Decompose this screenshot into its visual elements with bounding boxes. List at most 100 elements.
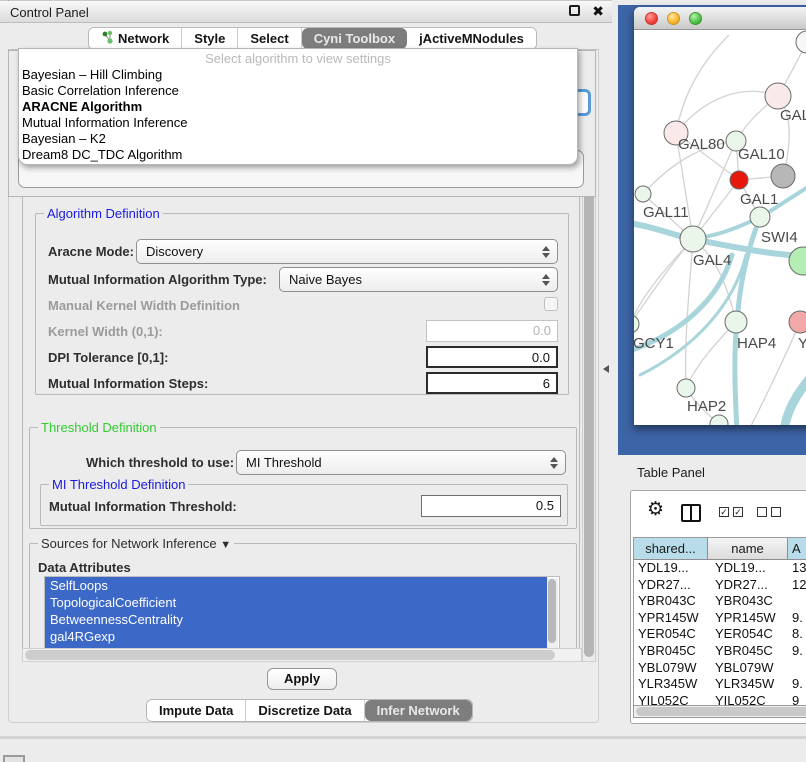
algorithm-option-dream8-dc-tdc-algorithm[interactable]: Dream8 DC_TDC Algorithm (19, 147, 577, 163)
bottom-tab-infer-network[interactable]: Infer Network (365, 700, 472, 721)
table-panel-title: Table Panel (637, 465, 705, 480)
network-node[interactable] (750, 207, 770, 227)
table-row[interactable]: YBR045CYBR045C9. (634, 643, 806, 660)
mi-threshold-input[interactable]: 0.5 (421, 495, 561, 517)
gear-icon[interactable]: ⚙ (647, 498, 664, 521)
algorithm-option-bayesian-hill-climbing[interactable]: Bayesian – Hill Climbing (19, 67, 577, 83)
tab-cyni-toolbox[interactable]: Cyni Toolbox (302, 28, 407, 49)
float-window-icon[interactable] (569, 5, 580, 16)
network-view-window: GALGAL80GAL10GAL1GAL11SWI4GAL4GCY1HAP4YH… (634, 7, 806, 425)
tab-style[interactable]: Style (182, 28, 238, 49)
node-label-gal1: GAL1 (740, 191, 778, 208)
mi-steps-label: Mutual Information Steps: (48, 376, 208, 391)
aracne-mode-select[interactable]: Discovery (136, 239, 558, 264)
minimize-window-icon[interactable] (667, 12, 680, 25)
threshold-definition-title: Threshold Definition (38, 420, 160, 435)
dpi-tolerance-input[interactable]: 0.0 (426, 346, 558, 368)
network-node[interactable] (680, 226, 706, 252)
tab-select[interactable]: Select (238, 28, 301, 49)
control-panel-titlebar: Control Panel ✖ (0, 0, 612, 23)
table-row[interactable]: YDR27...YDR27...12 (634, 577, 806, 594)
dpi-tolerance-label: DPI Tolerance [0,1]: (48, 350, 168, 365)
sources-group: Sources for Network Inference ▼ Data Att… (29, 543, 577, 655)
apply-button[interactable]: Apply (267, 668, 337, 690)
network-node[interactable] (635, 186, 651, 202)
column-header-name[interactable]: name (708, 538, 788, 559)
zoom-window-icon[interactable] (689, 12, 702, 25)
manual-kernel-checkbox[interactable] (544, 297, 558, 311)
sources-group-title: Sources for Network Inference ▼ (38, 536, 234, 551)
network-node[interactable] (730, 171, 748, 189)
algorithm-option-aracne-algorithm[interactable]: ARACNE Algorithm (19, 99, 577, 115)
table-row[interactable]: YER054CYER054C8. (634, 626, 806, 643)
column-header-a[interactable]: A (788, 538, 806, 559)
table-row[interactable]: YBL079WYBL079W (634, 660, 806, 677)
columns-icon[interactable] (681, 504, 701, 522)
which-threshold-select[interactable]: MI Threshold (236, 450, 566, 475)
table-row[interactable]: YBR043CYBR043C (634, 593, 806, 610)
node-label-swi4: SWI4 (761, 229, 798, 246)
dropdown-items: Bayesian – Hill ClimbingBasic Correlatio… (19, 67, 577, 163)
network-window-titlebar[interactable] (634, 7, 806, 30)
bottom-tab-bar: Impute DataDiscretize DataInfer Network (146, 699, 473, 722)
node-label-gal4: GAL4 (693, 252, 731, 269)
data-attributes-label: Data Attributes (38, 560, 131, 575)
network-node[interactable] (771, 164, 795, 188)
settings-horizontal-scrollbar[interactable] (22, 648, 582, 662)
table-row[interactable]: YDL19...YDL19...13 (634, 560, 806, 577)
clear-checks-icon[interactable] (757, 507, 781, 517)
close-window-icon[interactable] (645, 12, 658, 25)
network-node[interactable] (796, 31, 806, 53)
screen: Control Panel ✖ NetworkStyleSelectCyni T… (0, 0, 806, 762)
network-canvas[interactable]: GALGAL80GAL10GAL1GAL11SWI4GAL4GCY1HAP4YH… (634, 30, 806, 425)
network-node[interactable] (677, 379, 695, 397)
select-all-checks-icon[interactable]: ✓✓ (719, 507, 743, 517)
node-label-gcy1: GCY1 (634, 335, 674, 352)
node-label-gal10: GAL10 (738, 146, 785, 163)
algorithm-option-basic-correlation-inference[interactable]: Basic Correlation Inference (19, 83, 577, 99)
mi-threshold-definition-group: MI Threshold Definition Mutual Informati… (40, 484, 568, 526)
attribute-item-selfloops[interactable]: SelfLoops (45, 577, 547, 594)
kernel-width-input[interactable]: 0.0 (426, 320, 558, 342)
settings-vertical-scrollbar[interactable] (582, 189, 596, 662)
minimized-panel-icon[interactable] (3, 755, 25, 762)
table-row[interactable]: YLR345WYLR345W9. (634, 676, 806, 693)
table-panel-box: ⚙ ✓✓ shared...nameA YDL19...YDL19...13YD… (630, 490, 806, 724)
network-node[interactable] (789, 311, 806, 333)
which-threshold-label: Which threshold to use: (86, 455, 234, 470)
combo-arrows-icon (539, 268, 553, 291)
attribute-item-betweennesscentrality[interactable]: BetweennessCentrality (45, 611, 547, 628)
table-header-row: shared...nameA (634, 538, 806, 560)
table-row[interactable]: YPR145WYPR145W9. (634, 610, 806, 627)
network-node[interactable] (789, 247, 806, 275)
table-horizontal-scrollbar[interactable] (633, 705, 806, 718)
column-header-shared[interactable]: shared... (634, 538, 708, 559)
network-node[interactable] (765, 83, 791, 109)
kernel-width-label: Kernel Width (0,1): (48, 324, 163, 339)
combo-arrows-icon (539, 240, 553, 263)
node-label-gal: GAL (780, 107, 806, 124)
node-label-y: Y (798, 335, 806, 352)
attribute-item-gal4rgexp[interactable]: gal4RGexp (45, 628, 547, 645)
algorithm-option-bayesian-k2[interactable]: Bayesian – K2 (19, 131, 577, 147)
network-node[interactable] (634, 315, 639, 333)
bottom-tab-discretize-data[interactable]: Discretize Data (246, 700, 364, 721)
attribute-item-topologicalcoefficient[interactable]: TopologicalCoefficient (45, 594, 547, 611)
node-label-hap4: HAP4 (737, 335, 776, 352)
bottom-tab-impute-data[interactable]: Impute Data (147, 700, 246, 721)
tab-network[interactable]: Network (89, 28, 182, 49)
threshold-definition-group: Threshold Definition Which threshold to … (29, 427, 577, 529)
algorithm-option-mutual-information-inference[interactable]: Mutual Information Inference (19, 115, 577, 131)
network-node[interactable] (710, 415, 728, 425)
pane-resize-cursor (603, 365, 609, 373)
node-table: shared...nameA YDL19...YDL19...13YDR27..… (633, 537, 806, 705)
mi-threshold-label: Mutual Information Threshold: (49, 499, 237, 514)
table-row[interactable]: YIL052CYIL052C9 (634, 693, 806, 705)
mi-algorithm-type-select[interactable]: Naive Bayes (279, 267, 558, 292)
control-panel-window: Control Panel ✖ NetworkStyleSelectCyni T… (0, 0, 612, 726)
mi-steps-input[interactable]: 6 (426, 372, 558, 394)
network-node[interactable] (725, 311, 747, 333)
bottom-divider (0, 736, 806, 739)
close-panel-icon[interactable]: ✖ (592, 3, 604, 20)
tab-jactivemnodules[interactable]: jActiveMNodules (407, 28, 536, 49)
